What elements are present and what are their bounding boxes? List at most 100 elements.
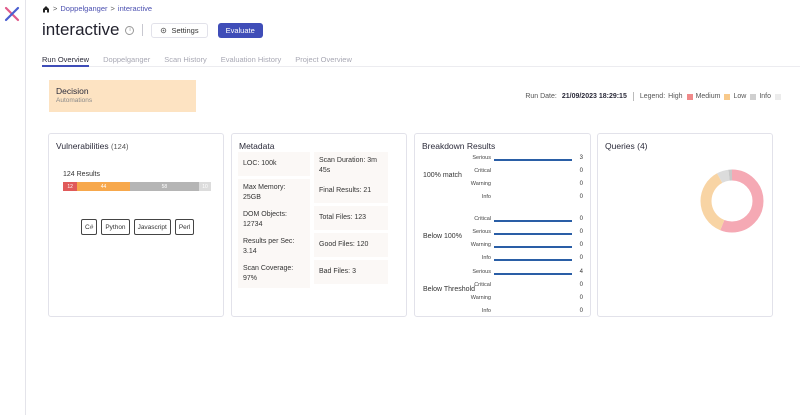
breakdown-row-value: 0: [579, 255, 583, 261]
legend-high-label: High: [668, 93, 683, 100]
severity-segment: 12: [63, 182, 78, 191]
legend-info-swatch: [775, 93, 781, 100]
metadata-card: Metadata LOC: 100k Scan Duration: 3m 45s M…: [231, 133, 407, 317]
vulnerabilities-results-label: 124 Results: [63, 171, 100, 178]
breakdown-row: Critical 0: [415, 281, 591, 291]
breakdown-title: Breakdown Results: [422, 141, 496, 151]
home-icon[interactable]: [42, 5, 50, 13]
run-date-value: 21/09/2023 18:29:15: [561, 93, 627, 100]
settings-button-label: Settings: [171, 25, 199, 35]
legend-high-swatch: [686, 93, 693, 100]
breakdown-row: Warning 0: [415, 294, 591, 304]
metadata-item: Max Memory: 25GB: [238, 179, 310, 207]
vulnerabilities-title: Vulnerabilities (124): [56, 141, 129, 151]
breakdown-row-bar: [494, 220, 572, 222]
breakdown-row: Serious 4: [415, 268, 591, 278]
breakdown-row: Serious 0: [415, 228, 591, 238]
metadata-item: Results per Sec: 3.14: [238, 233, 310, 261]
breakdown-row-value: 0: [579, 295, 583, 301]
metadata-item: Scan Coverage: 97%: [238, 260, 310, 288]
info-icon[interactable]: i: [125, 25, 135, 35]
breakdown-row-value: 0: [579, 282, 583, 288]
metadata-item: Final Results: 21: [314, 179, 388, 203]
breakdown-row-value: 0: [579, 168, 583, 174]
breakdown-row: Warning 0: [415, 180, 591, 190]
evaluate-button[interactable]: Evaluate: [217, 22, 263, 38]
breadcrumb-item-doppelganger[interactable]: Doppelganger: [60, 4, 107, 13]
breakdown-row-label: Serious: [472, 155, 491, 161]
breakdown-row-value: 0: [579, 216, 583, 222]
queries-card: Queries (4): [597, 133, 773, 317]
language-chip[interactable]: Python: [101, 219, 130, 235]
divider: [142, 24, 144, 36]
breakdown-row: Info 0: [415, 254, 591, 264]
left-sidebar: [0, 0, 26, 415]
severity-segment: 44: [77, 182, 130, 191]
breakdown-row-value: 0: [579, 194, 583, 200]
app-logo-icon[interactable]: [3, 5, 21, 23]
legend-info-label: Info: [759, 93, 771, 100]
language-chip[interactable]: Perl: [174, 219, 195, 235]
breakdown-row-bar: [494, 159, 572, 161]
legend-low-swatch: [750, 93, 757, 100]
legend-medium-label: Medium: [695, 93, 721, 100]
run-info: Run Date: 21/09/2023 18:29:15 Legend: Hi…: [525, 92, 781, 101]
breakdown-row-value: 0: [579, 181, 583, 187]
breakdown-row-bar: [494, 246, 572, 248]
severity-segment: 58: [129, 182, 200, 191]
decision-subtitle: Automations: [56, 97, 93, 104]
main-content: > Doppelganger > interactive interactive…: [27, 0, 800, 415]
tab-evaluation-history[interactable]: Evaluation History: [221, 55, 281, 67]
gear-icon: [161, 27, 167, 33]
legend-medium-swatch: [724, 93, 731, 100]
tab-doppelganger[interactable]: Doppelganger: [103, 55, 150, 67]
severity-segment: 10: [199, 182, 211, 191]
breakdown-row-label: Serious: [472, 229, 491, 235]
breakdown-card: Breakdown Results 100% match Serious 3 Crit…: [414, 133, 591, 317]
page-title: interactive: [42, 20, 120, 39]
tab-project-overview[interactable]: Project Overview: [295, 55, 352, 67]
run-date-label: Run Date:: [525, 93, 557, 100]
breadcrumb-item-interactive[interactable]: interactive: [118, 4, 152, 13]
breakdown-row-label: Info: [481, 308, 491, 314]
breakdown-row-value: 0: [579, 242, 583, 248]
breakdown-row-value: 0: [579, 308, 583, 314]
breakdown-row-value: 0: [579, 229, 583, 235]
metadata-item: Good Files: 120: [314, 233, 388, 257]
breakdown-row-label: Critical: [474, 168, 491, 174]
severity-bar: 12 44 58 10: [63, 182, 211, 191]
breakdown-row-label: Serious: [472, 269, 491, 275]
metadata-title: Metadata: [239, 141, 275, 151]
breakdown-row-bar: [494, 233, 572, 235]
metadata-item: LOC: 100k: [238, 152, 310, 176]
legend-label: Legend:: [639, 93, 666, 100]
breakdown-row-bar: [494, 259, 572, 261]
breakdown-row-bar: [494, 273, 572, 275]
breakdown-row: Serious 3: [415, 154, 591, 164]
breakdown-row: Critical 0: [415, 167, 591, 177]
tab-run-overview[interactable]: Run Overview: [42, 55, 90, 67]
breakdown-row: Critical 0: [415, 215, 591, 225]
divider: [632, 92, 634, 101]
queries-donut-chart: [700, 169, 764, 233]
breakdown-row: Warning 0: [415, 241, 591, 251]
decision-banner: Decision Automations: [49, 80, 196, 112]
metadata-item: Scan Duration: 3m 45s: [314, 152, 388, 180]
tab-bar: Run Overview Doppelganger Scan History E…: [42, 55, 800, 67]
breakdown-row-label: Critical: [474, 216, 491, 222]
breakdown-row-label: Info: [481, 194, 491, 200]
language-chip[interactable]: C#: [81, 219, 98, 235]
vulnerabilities-title-text: Vulnerabilities: [56, 141, 109, 151]
breakdown-row-value: 3: [579, 155, 583, 161]
tab-scan-history[interactable]: Scan History: [164, 55, 207, 67]
language-chip[interactable]: Javascript: [133, 219, 171, 235]
title-row: interactive i Settings Evaluate: [42, 18, 263, 42]
settings-button[interactable]: Settings: [151, 22, 208, 38]
metadata-item: Total Files: 123: [314, 206, 388, 230]
breakdown-row-label: Warning: [470, 242, 491, 248]
breakdown-row: Info 0: [415, 307, 591, 317]
breakdown-row-value: 4: [579, 269, 583, 275]
legend-low-label: Low: [733, 93, 747, 100]
metadata-item: Bad Files: 3: [314, 260, 388, 284]
metadata-item: DOM Objects: 12734: [238, 206, 310, 234]
